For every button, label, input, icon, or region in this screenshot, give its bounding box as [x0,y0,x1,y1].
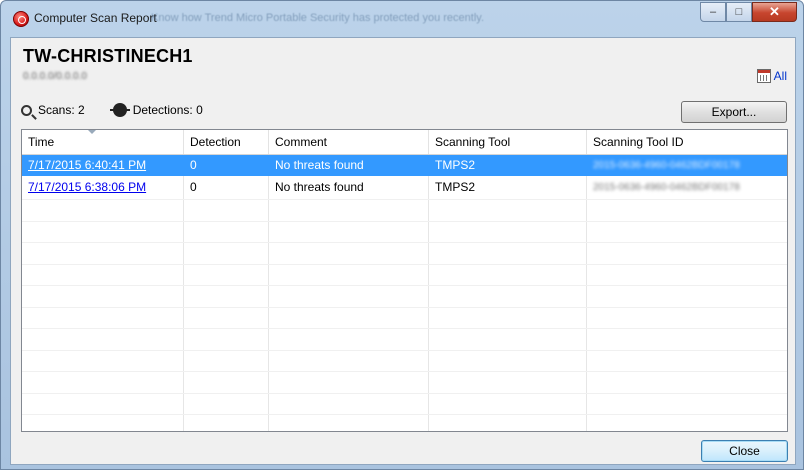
scanning-tool-cell: TMPS2 [435,180,476,194]
column-header-scanning-tool-id[interactable]: Scanning Tool ID [587,130,787,154]
scanning-tool-cell: TMPS2 [435,158,476,172]
scan-report-window: Computer Scan Report Know how Trend Micr… [0,0,804,470]
title-bar[interactable]: Computer Scan Report Know how Trend Micr… [1,1,803,37]
sort-descending-icon [88,130,96,134]
bug-icon [109,103,130,117]
grid-row-line [22,306,787,308]
dialog-client-area: TW-CHRISTINECH1 0.0.0.0/0.0.0.0 All Scan… [10,37,796,465]
detection-cell: 0 [190,158,197,172]
column-header-comment[interactable]: Comment [269,130,429,154]
scanning-tool-id-cell: 2015-0636-4960-0462BDF00178 [593,160,740,171]
comment-cell: No threats found [275,158,364,172]
maximize-button[interactable]: □ [726,2,752,22]
table-row[interactable]: 7/17/2015 6:38:06 PM 0 No threats found … [22,177,787,198]
all-filter-link[interactable]: All [756,69,787,83]
window-title-ghost: Know how Trend Micro Portable Security h… [151,12,485,24]
table-row[interactable]: 7/17/2015 6:40:41 PM 0 No threats found … [22,155,787,176]
calendar-icon [756,69,771,83]
scanning-tool-id-cell: 2015-0636-4960-0462BDF00178 [593,182,740,193]
column-header-detection[interactable]: Detection [184,130,269,154]
grid-row-line [22,220,787,222]
all-filter-label: All [773,69,787,83]
scan-results-table[interactable]: Time Detection Comment Scanning Tool Sca… [21,129,788,432]
comment-cell: No threats found [275,180,364,194]
magnifier-icon [21,104,32,116]
scans-count: Scans: 2 [38,103,85,117]
scan-time-link[interactable]: 7/17/2015 6:40:41 PM [22,155,184,176]
grid-row-line [22,328,787,329]
column-header-scanning-tool[interactable]: Scanning Tool [429,130,587,154]
grid-row-line [22,414,787,415]
table-header: Time Detection Comment Scanning Tool Sca… [22,130,787,155]
column-header-time[interactable]: Time [22,130,184,154]
close-button[interactable]: Close [701,440,788,462]
detections-count: Detections: 0 [132,103,203,117]
grid-row-line [22,349,787,351]
computer-name: TW-CHRISTINECH1 [23,46,193,66]
grid-row-line [22,392,787,394]
grid-row-line [22,263,787,265]
minimize-button[interactable]: ‒ [700,2,726,22]
export-button[interactable]: Export... [681,101,787,123]
close-window-button[interactable]: ✕ [752,2,797,22]
grid-row-line [22,371,787,372]
window-title: Computer Scan Report [34,11,157,25]
window-controls: ‒ □ ✕ [700,2,797,24]
grid-row-line [22,285,787,286]
scan-time-link[interactable]: 7/17/2015 6:38:06 PM [22,177,184,198]
app-logo-icon [13,11,29,27]
scan-stats: Scans: 2 Detections: 0 [21,103,203,117]
grid-row-line [22,199,787,200]
grid-row-line [22,242,787,243]
computer-address: 0.0.0.0/0.0.0.0 [23,71,87,82]
detection-cell: 0 [190,180,197,194]
